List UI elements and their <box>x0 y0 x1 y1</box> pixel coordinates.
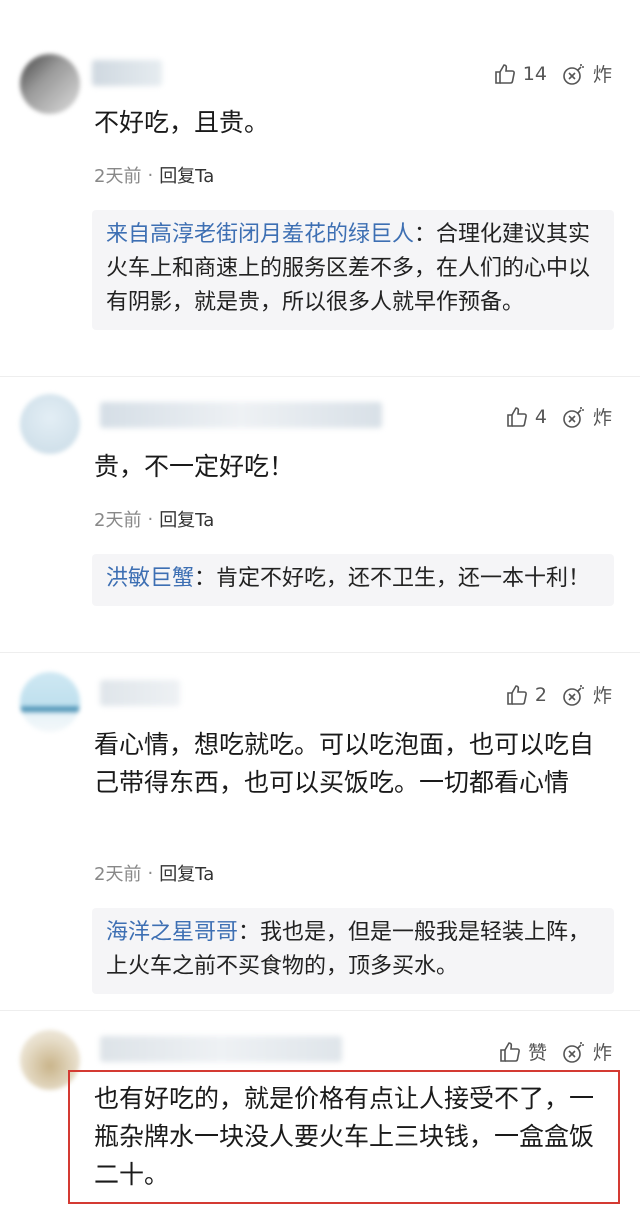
bomb-button[interactable]: 炸 <box>561 1038 612 1065</box>
bomb-label: 炸 <box>592 64 612 86</box>
thumbs-up-icon <box>500 1041 520 1062</box>
bomb-label: 炸 <box>592 685 612 707</box>
reply-button[interactable]: 回复Ta <box>159 162 214 188</box>
reply-colon: ： <box>414 222 437 247</box>
divider <box>0 376 640 377</box>
bomb-icon <box>563 1041 584 1063</box>
bomb-button[interactable]: 炸 <box>561 60 612 87</box>
comment-time: 2天前 <box>94 166 142 187</box>
reply-text: 肯定不好吃，还不卫生，还一本十利！ <box>216 566 591 591</box>
bomb-icon <box>563 63 584 85</box>
comment-time: 2天前 <box>94 510 142 531</box>
bomb-label: 炸 <box>592 1042 612 1064</box>
bomb-icon <box>563 406 584 428</box>
separator-dot: · <box>147 508 154 530</box>
comment-text: 看心情，想吃就吃。可以吃泡面，也可以吃自己带得东西，也可以买饭吃。一切都看心情 <box>94 730 595 797</box>
reply-box[interactable]: 海洋之星哥哥：我也是，但是一般我是轻装上阵，上火车之前不买食物的，顶多买水。 <box>92 908 614 994</box>
reply-colon: ： <box>238 920 261 945</box>
like-label: 赞 <box>527 1042 547 1064</box>
divider <box>0 1010 640 1011</box>
reply-box[interactable]: 洪敏巨蟹：肯定不好吃，还不卫生，还一本十利！ <box>92 554 614 606</box>
bomb-icon <box>563 684 584 706</box>
comment-time: 2天前 <box>94 864 142 885</box>
reply-colon: ： <box>194 566 217 591</box>
username[interactable] <box>92 60 162 86</box>
divider <box>0 652 640 653</box>
bomb-button[interactable]: 炸 <box>561 681 612 708</box>
username[interactable] <box>100 680 180 706</box>
thumbs-up-icon <box>494 63 515 84</box>
separator-dot: · <box>147 862 154 884</box>
thumbs-up-icon <box>507 406 527 427</box>
comment-text: 不好吃，且贵。 <box>94 108 270 137</box>
like-button[interactable]: 2 <box>505 683 547 707</box>
reply-author[interactable]: 洪敏巨蟹 <box>106 566 194 591</box>
bomb-button[interactable]: 炸 <box>561 403 612 430</box>
like-button[interactable]: 赞 <box>498 1038 547 1065</box>
bomb-label: 炸 <box>592 407 612 429</box>
comment-text: 也有好吃的，就是价格有点让人接受不了，一瓶杂牌水一块没人要火车上三块钱，一盒盒饭… <box>94 1084 595 1189</box>
reply-button[interactable]: 回复Ta <box>159 860 214 886</box>
like-count: 2 <box>534 683 547 706</box>
thumbs-up-icon <box>507 684 527 705</box>
avatar[interactable] <box>20 54 80 114</box>
reply-author[interactable]: 来自高淳老街闭月羞花的绿巨人 <box>106 222 414 247</box>
reply-author[interactable]: 海洋之星哥哥 <box>106 920 238 945</box>
like-button[interactable]: 14 <box>493 62 547 86</box>
reply-box[interactable]: 来自高淳老街闭月羞花的绿巨人：合理化建议其实火车上和商速上的服务区差不多，在人们… <box>92 210 614 330</box>
separator-dot: · <box>147 164 154 186</box>
avatar[interactable] <box>20 394 80 454</box>
username[interactable] <box>100 1036 342 1062</box>
like-count: 14 <box>522 62 547 85</box>
reply-button[interactable]: 回复Ta <box>159 506 214 532</box>
username[interactable] <box>100 402 382 428</box>
like-button[interactable]: 4 <box>505 405 547 429</box>
comment-text: 贵，不一定好吃！ <box>94 452 295 481</box>
avatar[interactable] <box>20 672 80 732</box>
like-count: 4 <box>534 405 547 428</box>
